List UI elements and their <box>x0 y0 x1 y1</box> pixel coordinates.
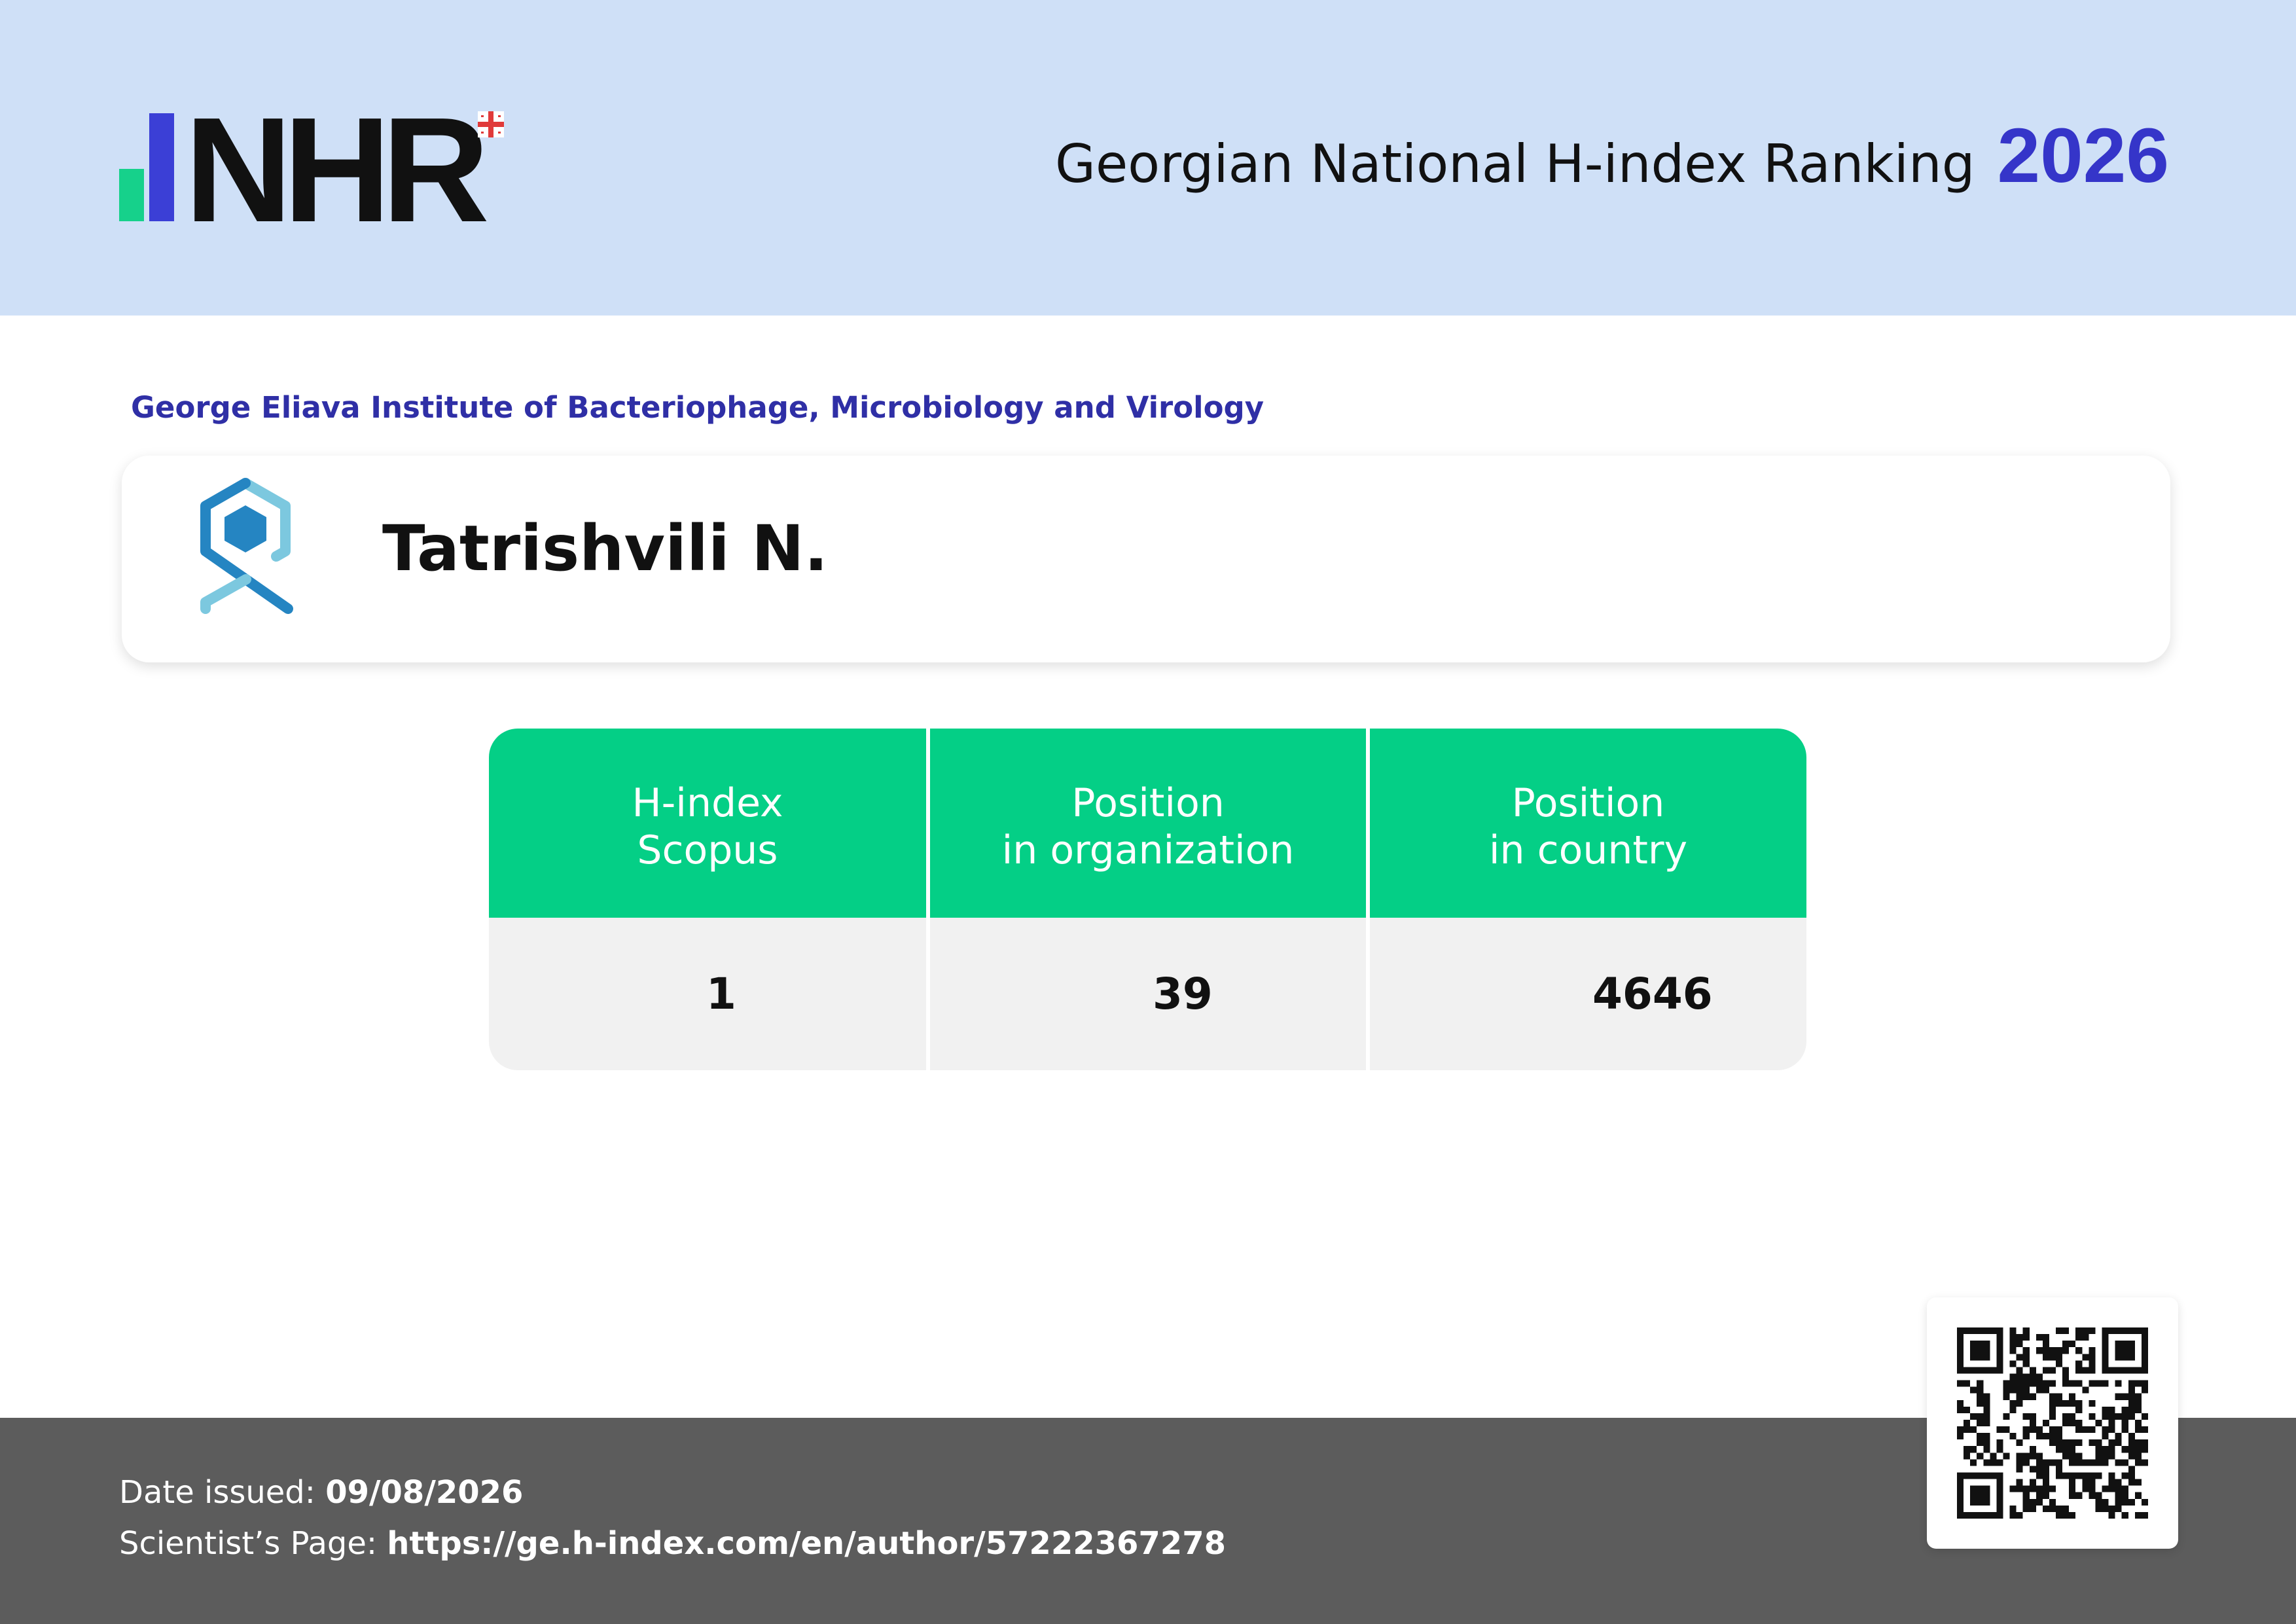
value-h-index: 1 <box>489 918 926 1070</box>
stats-table: H-index Scopus Position in organization … <box>489 729 1806 1070</box>
ranking-year: 2026 <box>1997 113 2169 199</box>
ranking-title: Georgian National H-index Ranking <box>1054 134 1975 194</box>
logo-blue-bar <box>149 113 174 221</box>
date-value: 09/08/2026 <box>325 1474 524 1511</box>
scientist-page-link[interactable]: https://ge.h-index.com/en/author/5722236… <box>387 1525 1226 1562</box>
qr-code[interactable] <box>1927 1297 2178 1549</box>
header-position-country-line2: in country <box>1488 827 1688 873</box>
organization-name: George Eliava Institute of Bacteriophage… <box>131 390 1265 425</box>
hexagon-chain-logo-icon <box>200 478 293 614</box>
page-title: Georgian National H-index Ranking 2026 <box>1055 111 2169 203</box>
logo-green-bar <box>119 169 144 221</box>
georgian-flag-icon <box>478 111 504 137</box>
header-banner: NHR Georgian National H-index Ranking 20… <box>0 0 2296 316</box>
logo-text: NHR <box>185 87 490 253</box>
header-position-country: Position in country <box>1366 729 1806 918</box>
header-position-organization: Position in organization <box>926 729 1366 918</box>
header-h-index: H-index Scopus <box>489 729 926 918</box>
date-label: Date issued: <box>119 1474 315 1511</box>
header-h-index-line2: Scopus <box>637 827 778 873</box>
page-label: Scientist’s Page: <box>119 1525 378 1562</box>
scientist-page: Scientist’s Page: https://ge.h-index.com… <box>119 1525 1226 1562</box>
value-position-organization: 39 <box>926 918 1366 1070</box>
nhr-logo: NHR <box>119 96 525 245</box>
header-h-index-line1: H-index <box>632 780 783 826</box>
header-position-country-line1: Position <box>1511 780 1665 826</box>
scientist-name: Tatrishvili N. <box>382 512 829 585</box>
qr-code-icon <box>1957 1327 2148 1519</box>
value-position-country: 4646 <box>1366 918 1806 1070</box>
header-position-organization-line2: in organization <box>1001 827 1295 873</box>
scientist-card: Tatrishvili N. <box>122 456 2170 662</box>
date-issued: Date issued: 09/08/2026 <box>119 1474 523 1511</box>
header-position-organization-line1: Position <box>1071 780 1225 826</box>
